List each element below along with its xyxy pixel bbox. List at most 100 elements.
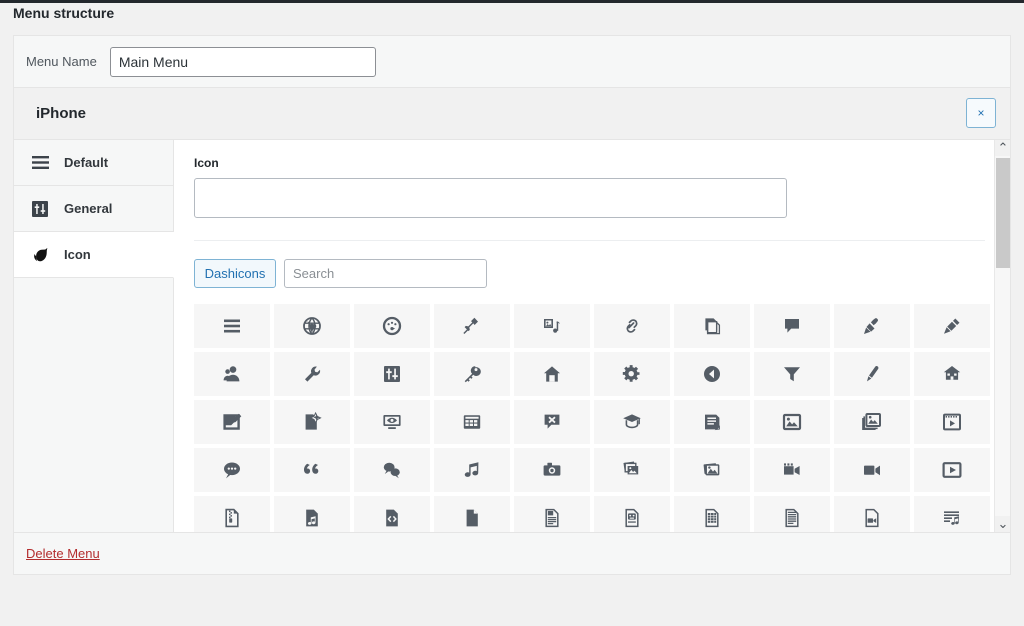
welcome-widgets-menus-icon [462, 412, 482, 432]
icon-cell-admin-site[interactable] [274, 304, 350, 348]
sidebar-item-label: Default [64, 155, 108, 170]
icon-cell-video-alt2[interactable] [834, 448, 910, 492]
icon-cell-images-alt[interactable] [594, 448, 670, 492]
icon-cell-welcome-learn-more[interactable] [594, 400, 670, 444]
admin-site-icon [302, 316, 322, 336]
icon-cell-filter[interactable] [754, 352, 830, 396]
icon-cell-welcome-add-page[interactable] [274, 400, 350, 444]
icon-cell-welcome-write-blog[interactable] [194, 400, 270, 444]
icon-cell-admin-plugins[interactable] [914, 304, 990, 348]
welcome-view-site-icon [382, 412, 402, 432]
icon-cell-admin-generic[interactable] [594, 352, 670, 396]
media-spreadsheet-icon [702, 508, 722, 528]
media-document-icon [542, 508, 562, 528]
dashicons-tab-button[interactable]: Dashicons [194, 259, 276, 288]
menu-item-body: Default Ge [14, 140, 1010, 532]
icon-grid [194, 304, 990, 532]
icon-cell-media-default[interactable] [434, 496, 510, 532]
menu-item-title: iPhone [36, 105, 86, 122]
icon-cell-format-quote[interactable] [274, 448, 350, 492]
format-chat-icon [222, 460, 242, 480]
icon-cell-dashboard[interactable] [354, 304, 430, 348]
menu-name-row: Menu Name [14, 36, 1010, 88]
icon-cell-format-chat[interactable] [194, 448, 270, 492]
icon-cell-admin-post[interactable] [434, 304, 510, 348]
icon-cell-format-aside[interactable] [674, 400, 750, 444]
admin-multisite-icon [942, 364, 962, 384]
sidebar-item-default[interactable]: Default [14, 140, 173, 186]
content-divider [194, 240, 985, 241]
playlist-audio-icon [942, 508, 962, 528]
format-video-icon [942, 412, 962, 432]
icon-cell-media-interactive[interactable] [594, 496, 670, 532]
icon-cell-admin-media[interactable] [514, 304, 590, 348]
icon-cell-media-audio[interactable] [274, 496, 350, 532]
media-interactive-icon [622, 508, 642, 528]
icon-cell-format-video[interactable] [914, 400, 990, 444]
admin-appearance-icon [862, 316, 882, 336]
icon-cell-admin-tools[interactable] [274, 352, 350, 396]
search-input[interactable] [284, 259, 487, 288]
panel-footer: Delete Menu [14, 532, 1010, 574]
menu-icon [222, 316, 242, 336]
media-code-icon [382, 508, 402, 528]
icon-cell-format-image[interactable] [754, 400, 830, 444]
scroll-up-icon[interactable]: ⌃ [995, 140, 1010, 156]
icon-cell-media-code[interactable] [354, 496, 430, 532]
menu-name-input[interactable] [110, 47, 376, 77]
icon-cell-format-status[interactable] [354, 448, 430, 492]
menu-structure-panel: Menu Name iPhone × Default [13, 35, 1011, 575]
icon-cell-admin-appearance[interactable] [834, 304, 910, 348]
media-audio-icon [302, 508, 322, 528]
icon-cell-menu[interactable] [194, 304, 270, 348]
icon-cell-admin-collapse[interactable] [674, 352, 750, 396]
icon-cell-admin-network[interactable] [434, 352, 510, 396]
admin-links-icon [622, 316, 642, 336]
icon-cell-admin-users[interactable] [194, 352, 270, 396]
format-status-icon [382, 460, 402, 480]
icon-cell-admin-settings[interactable] [354, 352, 430, 396]
icon-cell-media-archive[interactable] [194, 496, 270, 532]
close-icon[interactable]: × [966, 98, 996, 128]
sidebar-item-general[interactable]: General [14, 186, 173, 232]
sidebar-item-icon[interactable]: Icon [14, 232, 174, 278]
delete-menu-link[interactable]: Delete Menu [26, 546, 100, 561]
icon-cell-playlist-audio[interactable] [914, 496, 990, 532]
admin-home-icon [542, 364, 562, 384]
icon-cell-admin-page[interactable] [674, 304, 750, 348]
admin-post-icon [462, 316, 482, 336]
icon-cell-media-video[interactable] [834, 496, 910, 532]
icon-cell-welcome-view-site[interactable] [354, 400, 430, 444]
icon-cell-video-alt[interactable] [754, 448, 830, 492]
icon-cell-format-audio[interactable] [434, 448, 510, 492]
icon-cell-images-alt2[interactable] [674, 448, 750, 492]
icon-cell-media-document[interactable] [514, 496, 590, 532]
menu-icon [30, 153, 50, 173]
icon-cell-welcome-widgets-menus[interactable] [434, 400, 510, 444]
images-alt2-icon [702, 460, 722, 480]
format-gallery-icon [862, 412, 882, 432]
icon-cell-admin-home[interactable] [514, 352, 590, 396]
format-audio-icon [462, 460, 482, 480]
video-alt-icon [782, 460, 802, 480]
icon-cell-welcome-comments[interactable] [514, 400, 590, 444]
camera-icon [542, 460, 562, 480]
icon-cell-camera[interactable] [514, 448, 590, 492]
admin-tools-icon [302, 364, 322, 384]
icon-cell-admin-customizer[interactable] [834, 352, 910, 396]
icon-cell-admin-multisite[interactable] [914, 352, 990, 396]
icon-cell-media-text[interactable] [754, 496, 830, 532]
scrollbar-thumb[interactable] [996, 158, 1010, 268]
icon-input[interactable] [194, 178, 787, 218]
scroll-down-icon[interactable]: ⌄ [995, 516, 1010, 532]
icon-cell-admin-links[interactable] [594, 304, 670, 348]
media-archive-icon [222, 508, 242, 528]
content-scrollbar[interactable]: ⌃ ⌄ [994, 140, 1010, 532]
icon-cell-media-spreadsheet[interactable] [674, 496, 750, 532]
icon-cell-format-gallery[interactable] [834, 400, 910, 444]
format-aside-icon [702, 412, 722, 432]
dashboard-icon [382, 316, 402, 336]
icon-cell-video-alt3[interactable] [914, 448, 990, 492]
icon-cell-admin-comments[interactable] [754, 304, 830, 348]
welcome-write-blog-icon [222, 412, 242, 432]
